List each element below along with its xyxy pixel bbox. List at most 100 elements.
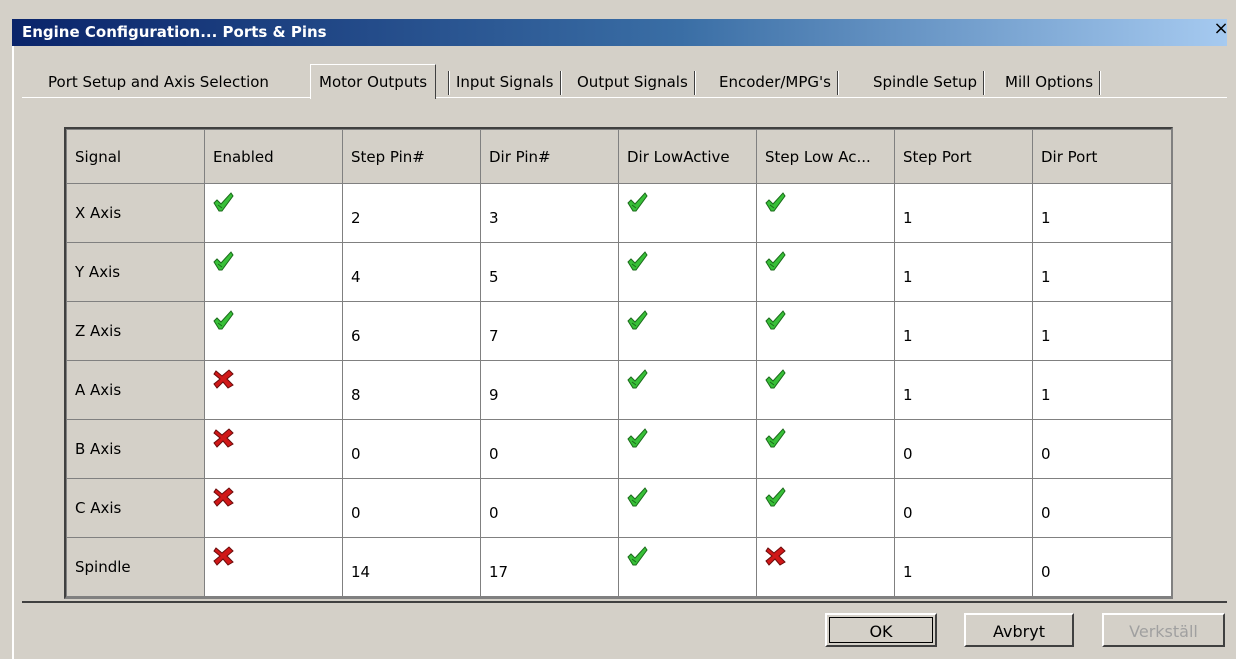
cell-enabled[interactable] (204, 478, 343, 538)
cell-dir-low-active[interactable] (618, 419, 757, 479)
column-header[interactable]: Dir LowActive (618, 129, 757, 184)
cell-step-port[interactable]: 1 (894, 537, 1033, 597)
cell-dir-low-active[interactable] (618, 478, 757, 538)
cell-step-low-active[interactable] (756, 301, 895, 361)
cell-step-low-active[interactable] (756, 360, 895, 420)
cell-dir-low-active[interactable] (618, 242, 757, 302)
cross-icon[interactable] (213, 546, 235, 566)
cell-dir-low-active[interactable] (618, 301, 757, 361)
cell-dir-port[interactable]: 1 (1032, 183, 1172, 243)
cell-enabled[interactable] (204, 419, 343, 479)
check-icon[interactable] (627, 546, 649, 566)
column-header[interactable]: Step Pin# (342, 129, 481, 184)
column-header[interactable]: Dir Pin# (480, 129, 619, 184)
cell-enabled[interactable] (204, 242, 343, 302)
column-header[interactable]: Step Port (894, 129, 1033, 184)
cell-step-pin[interactable]: 2 (342, 183, 481, 243)
cancel-button[interactable]: Avbryt (964, 613, 1074, 647)
cell-dir-port[interactable]: 1 (1032, 360, 1172, 420)
cell-dir-pin[interactable]: 9 (480, 360, 619, 420)
cell-dir-port[interactable]: 0 (1032, 478, 1172, 538)
cell-enabled[interactable] (204, 183, 343, 243)
check-icon[interactable] (765, 487, 787, 507)
apply-button[interactable]: Verkställ (1102, 613, 1225, 647)
cell-step-low-active[interactable] (756, 419, 895, 479)
cell-step-pin[interactable]: 4 (342, 242, 481, 302)
check-icon[interactable] (627, 251, 649, 271)
ok-button[interactable]: OK (825, 613, 937, 647)
cell-dir-pin[interactable]: 17 (480, 537, 619, 597)
cell-step-port[interactable]: 1 (894, 183, 1033, 243)
cell-enabled[interactable] (204, 301, 343, 361)
row-header-signal[interactable]: Y Axis (66, 242, 205, 302)
row-header-signal[interactable]: B Axis (66, 419, 205, 479)
cell-dir-low-active[interactable] (618, 360, 757, 420)
tab-input-signals[interactable]: Input Signals (448, 68, 562, 96)
cell-value: 0 (1041, 563, 1051, 581)
column-header[interactable]: Step Low Ac... (756, 129, 895, 184)
cell-step-low-active[interactable] (756, 478, 895, 538)
tab-encoder-mpg[interactable]: Encoder/MPG's (719, 68, 839, 96)
row-header-signal[interactable]: C Axis (66, 478, 205, 538)
row-header-signal[interactable]: Z Axis (66, 301, 205, 361)
column-header[interactable]: Signal (66, 129, 205, 184)
cell-dir-pin[interactable]: 0 (480, 419, 619, 479)
cross-icon[interactable] (765, 546, 787, 566)
motor-outputs-grid[interactable]: Signal Enabled Step Pin# Dir Pin# Dir LowAct… (64, 127, 1173, 599)
close-icon[interactable]: × (1212, 20, 1230, 38)
cell-step-pin[interactable]: 0 (342, 419, 481, 479)
cell-dir-port[interactable]: 1 (1032, 242, 1172, 302)
check-icon[interactable] (765, 251, 787, 271)
check-icon[interactable] (765, 192, 787, 212)
cell-step-pin[interactable]: 6 (342, 301, 481, 361)
cell-step-port[interactable]: 1 (894, 242, 1033, 302)
cell-enabled[interactable] (204, 360, 343, 420)
check-icon[interactable] (627, 487, 649, 507)
cross-icon[interactable] (213, 369, 235, 389)
tab-output-signals[interactable]: Output Signals (577, 68, 696, 96)
check-icon[interactable] (213, 192, 235, 212)
cell-step-pin[interactable]: 14 (342, 537, 481, 597)
check-icon[interactable] (765, 369, 787, 389)
cell-value: 1 (903, 327, 913, 345)
cell-step-pin[interactable]: 8 (342, 360, 481, 420)
cell-value: 9 (489, 386, 499, 404)
cell-dir-port[interactable]: 1 (1032, 301, 1172, 361)
tab-spindle-setup[interactable]: Spindle Setup (873, 68, 986, 96)
cell-step-port[interactable]: 0 (894, 478, 1033, 538)
cell-step-port[interactable]: 1 (894, 360, 1033, 420)
row-header-signal[interactable]: A Axis (66, 360, 205, 420)
tab-port-setup[interactable]: Port Setup and Axis Selection (48, 68, 269, 96)
cell-step-low-active[interactable] (756, 242, 895, 302)
check-icon[interactable] (627, 192, 649, 212)
cell-dir-port[interactable]: 0 (1032, 537, 1172, 597)
cell-dir-pin[interactable]: 3 (480, 183, 619, 243)
cell-enabled[interactable] (204, 537, 343, 597)
cell-step-low-active[interactable] (756, 183, 895, 243)
check-icon[interactable] (765, 310, 787, 330)
row-header-signal[interactable]: Spindle (66, 537, 205, 597)
cell-dir-pin[interactable]: 5 (480, 242, 619, 302)
check-icon[interactable] (213, 310, 235, 330)
tab-motor-outputs[interactable]: Motor Outputs (310, 64, 437, 99)
cell-dir-port[interactable]: 0 (1032, 419, 1172, 479)
column-header[interactable]: Dir Port (1032, 129, 1172, 184)
cell-step-port[interactable]: 1 (894, 301, 1033, 361)
column-header[interactable]: Enabled (204, 129, 343, 184)
cell-dir-low-active[interactable] (618, 183, 757, 243)
cell-dir-pin[interactable]: 7 (480, 301, 619, 361)
check-icon[interactable] (765, 428, 787, 448)
cross-icon[interactable] (213, 428, 235, 448)
check-icon[interactable] (627, 310, 649, 330)
row-header-signal[interactable]: X Axis (66, 183, 205, 243)
cell-step-low-active[interactable] (756, 537, 895, 597)
cross-icon[interactable] (213, 487, 235, 507)
cell-dir-pin[interactable]: 0 (480, 478, 619, 538)
tab-mill-options[interactable]: Mill Options (1005, 68, 1102, 96)
cell-step-pin[interactable]: 0 (342, 478, 481, 538)
check-icon[interactable] (627, 428, 649, 448)
cell-dir-low-active[interactable] (618, 537, 757, 597)
check-icon[interactable] (213, 251, 235, 271)
check-icon[interactable] (627, 369, 649, 389)
cell-step-port[interactable]: 0 (894, 419, 1033, 479)
